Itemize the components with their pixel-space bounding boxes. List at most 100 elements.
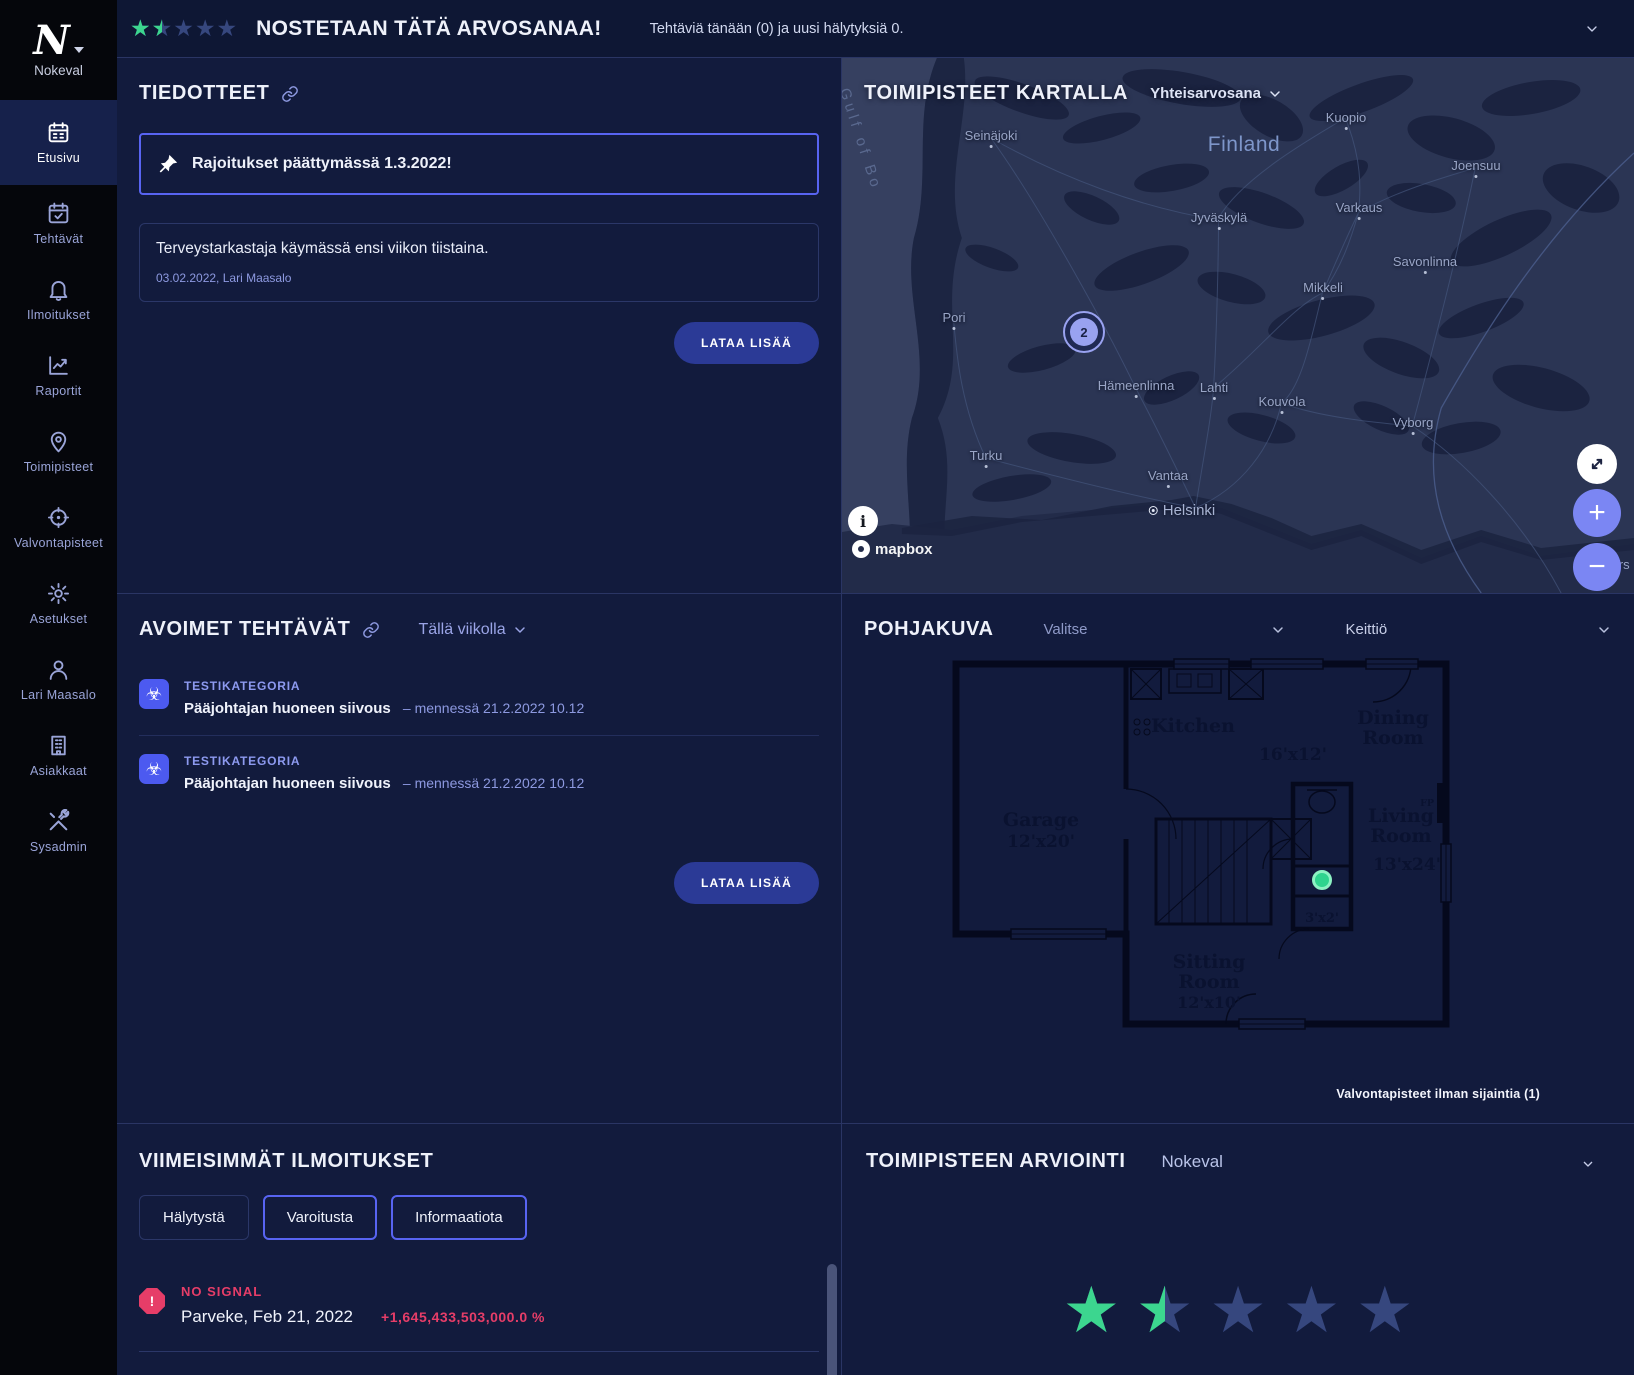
topbar: ★★★★★★★★★★ NOSTETAAN TÄTÄ ARVOSANAA! Teh… xyxy=(117,0,1634,57)
sidebar-item-label: Raportit xyxy=(35,384,81,398)
star-icon: ★★ xyxy=(1136,1278,1193,1342)
tiedotteet-title: TIEDOTTEET xyxy=(139,82,269,105)
sidebar-item-ilmoitukset[interactable]: Ilmoitukset xyxy=(0,261,117,337)
map-pin-icon xyxy=(46,429,71,454)
sidebar-item-label: Sysadmin xyxy=(30,840,87,854)
star-icon: ★★ xyxy=(1209,1278,1266,1342)
sidebar-item-label: Ilmoitukset xyxy=(27,308,90,322)
sidebar-item-label: Asiakkaat xyxy=(30,764,87,778)
tiedotteet-panel: TIEDOTTEET Rajoitukset päättymässä 1.3.2… xyxy=(117,58,841,593)
room-size-label: 12'x20' xyxy=(1007,832,1075,852)
chevron-down-icon xyxy=(512,622,528,638)
floorplan-image[interactable]: Kitchen 16'x12' Dining Room Garage 12'x2… xyxy=(941,634,1461,1034)
sidebar-item-profile[interactable]: Lari Maasalo xyxy=(0,641,117,717)
task-row[interactable]: ☣ TESTIKATEGORIA Pääjohtajan huoneen sii… xyxy=(139,679,819,736)
room-label: Room xyxy=(1370,825,1431,847)
brand-name: Nokeval xyxy=(34,63,83,78)
person-icon xyxy=(46,657,71,682)
alert-type: NO SIGNAL xyxy=(181,1284,545,1299)
tasks-filter-label: Tällä viikolla xyxy=(418,621,505,639)
load-more-button[interactable]: LATAA LISÄÄ xyxy=(674,322,819,364)
room-size-label: 16'x12' xyxy=(1259,745,1327,765)
crosshair-icon xyxy=(46,505,71,530)
map-canvas[interactable] xyxy=(842,58,1634,593)
sidebar-item-label: Tehtävät xyxy=(34,232,84,246)
map-cluster-marker[interactable]: 2 xyxy=(1063,311,1105,353)
notifications-title: VIIMEISIMMÄT ILMOITUKSET xyxy=(139,1150,819,1173)
room-label: Kitchen xyxy=(1151,715,1235,737)
expand-icon xyxy=(1587,454,1607,474)
room-size-label: 3'x2' xyxy=(1305,911,1339,926)
sidebar-item-raportit[interactable]: Raportit xyxy=(0,337,117,413)
map-filter-label: Yhteisarvosana xyxy=(1150,85,1261,102)
floorplan-footer-note: Valvontapisteet ilman sijaintia (1) xyxy=(1336,1087,1540,1101)
rating-panel: TOIMIPISTEEN ARVIOINTI Nokeval ★★★★★★★★★… xyxy=(842,1124,1634,1375)
load-more-button[interactable]: LATAA LISÄÄ xyxy=(674,862,819,904)
sidebar-item-etusivu[interactable]: Etusivu xyxy=(0,100,117,185)
task-category: TESTIKATEGORIA xyxy=(184,754,584,768)
header-headline: NOSTETAAN TÄTÄ ARVOSANAA! xyxy=(256,17,601,41)
link-icon[interactable] xyxy=(281,85,299,103)
tasks-panel: AVOIMET TEHTÄVÄT Tällä viikolla ☣ TESTIK… xyxy=(117,594,841,1123)
map-info-button[interactable]: i xyxy=(848,506,878,536)
star-icon: ★★ xyxy=(1283,1278,1340,1342)
floorplan-panel: POHJAKUVA Valitse Keittiö xyxy=(842,594,1634,1123)
sidebar-item-toimipisteet[interactable]: Toimipisteet xyxy=(0,413,117,489)
filter-informaatiota-button[interactable]: Informaatiota xyxy=(391,1195,527,1240)
site-rating-stars[interactable]: ★★★★★★★★★★ xyxy=(866,1273,1610,1347)
sidebar-item-valvontapisteet[interactable]: Valvontapisteet xyxy=(0,489,117,565)
map-panel[interactable]: TOIMIPISTEET KARTALLA Yhteisarvosana Gul… xyxy=(842,58,1634,593)
map-filter-dropdown[interactable]: Yhteisarvosana xyxy=(1150,85,1283,102)
chevron-down-icon[interactable] xyxy=(1584,21,1600,37)
room-label: Room xyxy=(1362,727,1423,749)
map-zoom-in-button[interactable]: + xyxy=(1573,489,1621,537)
star-icon: ★★ xyxy=(217,17,238,40)
line-chart-icon xyxy=(46,353,71,378)
calendar-icon xyxy=(46,120,71,145)
sidebar-item-asiakkaat[interactable]: Asiakkaat xyxy=(0,717,117,793)
brand-logo[interactable]: N Nokeval xyxy=(0,0,117,100)
bell-icon xyxy=(46,277,71,302)
task-category: TESTIKATEGORIA xyxy=(184,679,584,693)
cluster-count: 2 xyxy=(1070,318,1098,346)
chevron-down-icon xyxy=(1596,622,1612,638)
notice-card[interactable]: Terveystarkastaja käymässä ensi viikon t… xyxy=(139,223,819,302)
sidebar-item-tehtavat[interactable]: Tehtävät xyxy=(0,185,117,261)
tasks-title: AVOIMET TEHTÄVÄT xyxy=(139,618,350,641)
rating-title: TOIMIPISTEEN ARVIOINTI xyxy=(866,1150,1126,1173)
mapbox-attribution[interactable]: mapbox xyxy=(852,540,933,558)
room-label: Sitting xyxy=(1173,951,1246,973)
task-name: Pääjohtajan huoneen siivous xyxy=(184,775,391,792)
chevron-down-icon xyxy=(1267,86,1283,102)
sidebar-item-label: Lari Maasalo xyxy=(21,688,96,702)
room-label: Room xyxy=(1178,971,1239,993)
notification-row[interactable]: ! NO SIGNAL Parveke, Feb 21, 2022 +1,645… xyxy=(139,1284,819,1327)
header-status: Tehtäviä tänään (0) ja uusi hälytyksiä 0… xyxy=(650,21,904,37)
task-due: – mennessä 21.2.2022 10.12 xyxy=(403,700,584,716)
tools-icon xyxy=(46,809,71,834)
star-icon: ★★ xyxy=(1063,1278,1120,1342)
mapbox-logo-icon xyxy=(852,540,870,558)
chevron-down-icon[interactable] xyxy=(1580,1156,1596,1172)
sidebar-item-sysadmin[interactable]: Sysadmin xyxy=(0,793,117,869)
map-expand-button[interactable] xyxy=(1577,444,1617,484)
pinned-notice[interactable]: Rajoitukset päättymässä 1.3.2022! xyxy=(139,133,819,195)
alert-source: Parveke, Feb 21, 2022 xyxy=(181,1307,353,1327)
filter-halytysta-button[interactable]: Hälytystä xyxy=(139,1195,249,1240)
sidebar-item-label: Toimipisteet xyxy=(24,460,94,474)
sidebar-item-asetukset[interactable]: Asetukset xyxy=(0,565,117,641)
dashboard: N Nokeval Etusivu Tehtävät Ilmoitukset R… xyxy=(0,0,1634,1375)
rating-site-label[interactable]: Nokeval xyxy=(1162,1152,1223,1172)
tasks-filter-dropdown[interactable]: Tällä viikolla xyxy=(418,621,527,639)
map-zoom-out-button[interactable]: − xyxy=(1573,543,1621,591)
sensor-dot[interactable] xyxy=(1314,872,1331,889)
task-name: Pääjohtajan huoneen siivous xyxy=(184,700,391,717)
gear-icon xyxy=(46,581,71,606)
task-row[interactable]: ☣ TESTIKATEGORIA Pääjohtajan huoneen sii… xyxy=(139,736,819,810)
filter-varoitusta-button[interactable]: Varoitusta xyxy=(263,1195,377,1240)
link-icon[interactable] xyxy=(362,621,380,639)
task-due: – mennessä 21.2.2022 10.12 xyxy=(403,775,584,791)
room-size-label: 13'x24' xyxy=(1373,855,1441,875)
scrollbar-thumb[interactable] xyxy=(827,1264,837,1375)
notice-meta: 03.02.2022, Lari Maasalo xyxy=(156,271,802,285)
